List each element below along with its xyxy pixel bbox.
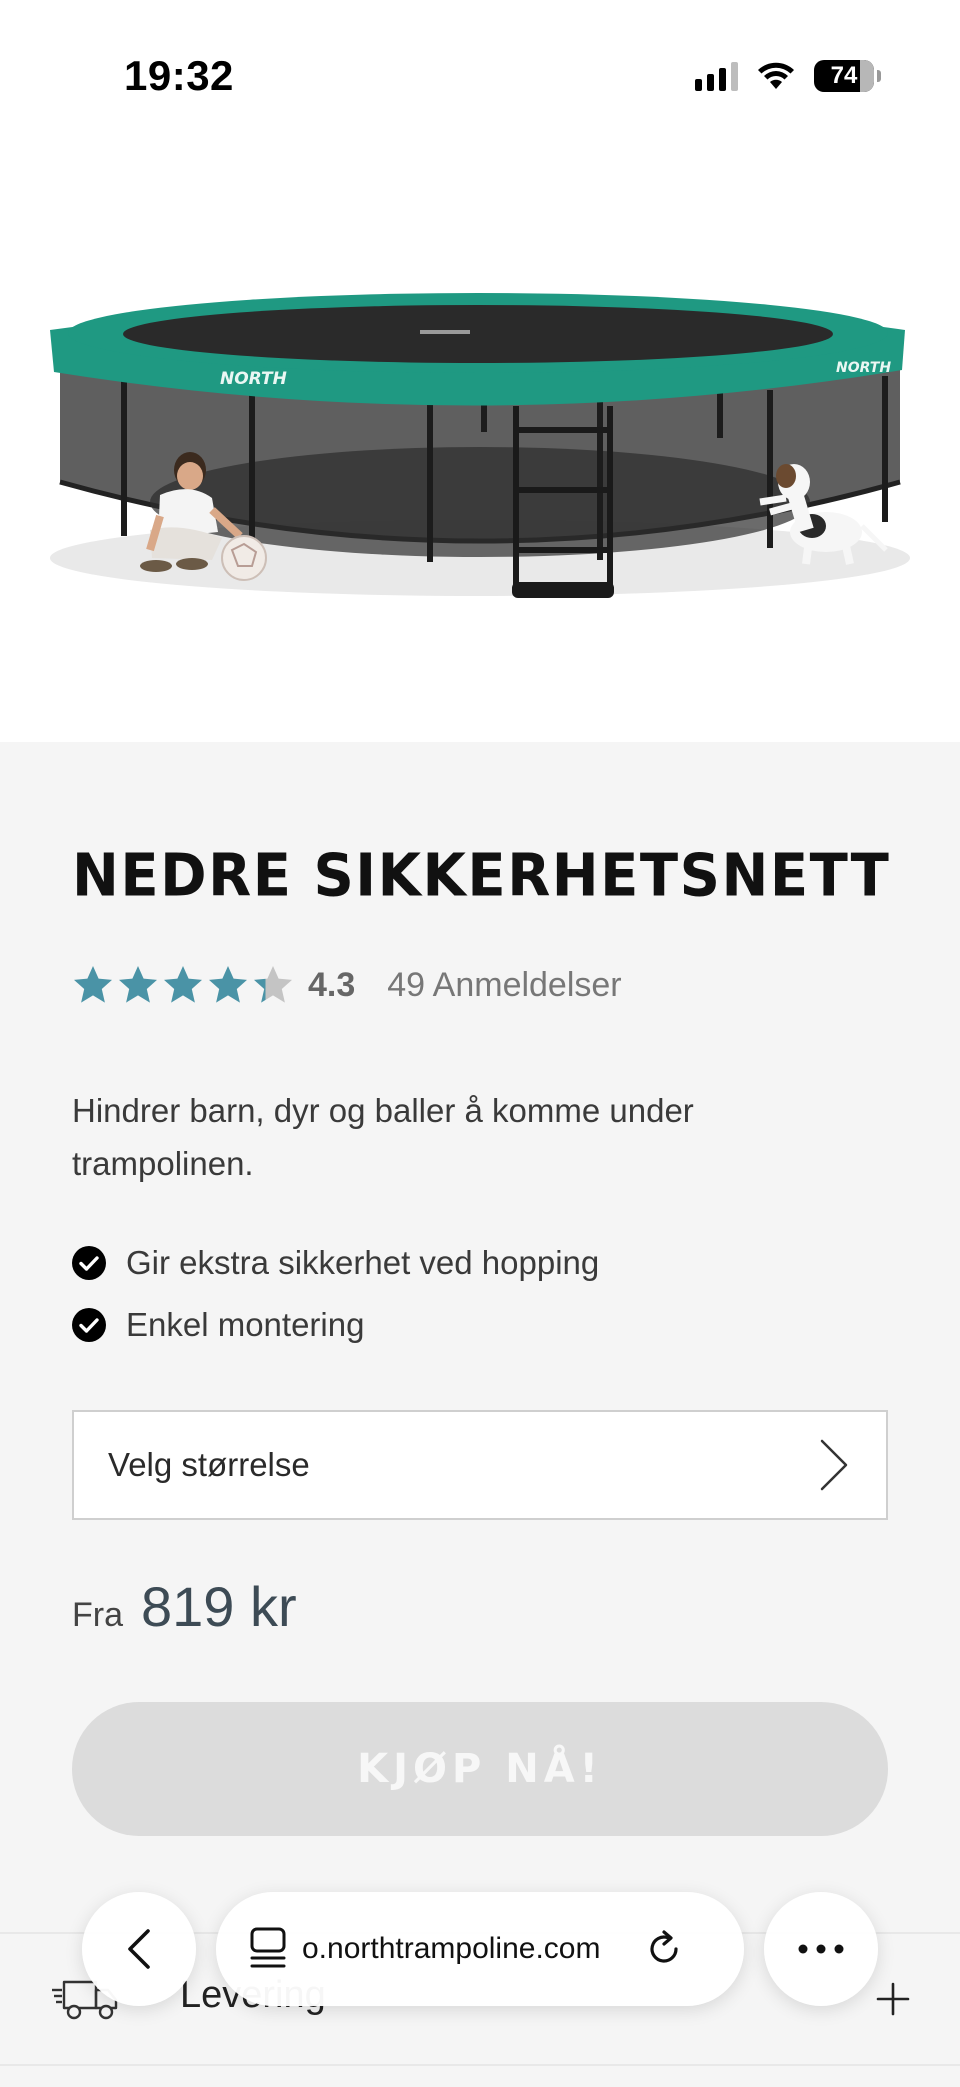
star-icon bbox=[119, 966, 157, 1003]
address-bar[interactable]: o.northtrampoline.com bbox=[216, 1892, 744, 2006]
buy-now-button[interactable]: KJØP NÅ! bbox=[72, 1702, 888, 1836]
review-count-link[interactable]: 49 Anmeldelser bbox=[387, 966, 621, 1005]
rating-stars bbox=[72, 964, 294, 1006]
brand-logo-front: NORTH bbox=[220, 369, 287, 389]
status-icons: 74 bbox=[695, 58, 881, 94]
star-icon bbox=[209, 966, 247, 1003]
product-info-panel: NEDRE SIKKERHETSNETT 4.3 49 Anmeldelser … bbox=[0, 742, 960, 2087]
chevron-right-icon bbox=[820, 1439, 848, 1491]
trampoline-illustration: NORTH NORTH bbox=[50, 293, 910, 598]
status-time: 19:32 bbox=[124, 52, 234, 99]
check-icon bbox=[72, 1246, 106, 1280]
browser-toolbar: o.northtrampoline.com bbox=[0, 1890, 960, 2010]
url-text[interactable]: o.northtrampoline.com bbox=[302, 1932, 622, 1966]
feature-item: Enkel montering bbox=[72, 1294, 599, 1356]
reload-icon[interactable] bbox=[644, 1929, 684, 1969]
back-button[interactable] bbox=[82, 1892, 196, 2006]
feature-list: Gir ekstra sikkerhet ved hopping Enkel m… bbox=[72, 1232, 599, 1356]
rating-value: 4.3 bbox=[308, 965, 356, 1004]
brand-logo-side: NORTH bbox=[836, 360, 891, 376]
star-icon bbox=[164, 966, 202, 1003]
rating-row[interactable]: 4.3 49 Anmeldelser bbox=[72, 960, 622, 1010]
product-image: NORTH NORTH bbox=[0, 150, 960, 742]
size-selector[interactable]: Velg størrelse bbox=[72, 1410, 888, 1520]
back-icon bbox=[128, 1929, 150, 1969]
feature-item: Gir ekstra sikkerhet ved hopping bbox=[72, 1232, 599, 1294]
star-icon bbox=[254, 966, 292, 1003]
size-selector-label: Velg størrelse bbox=[108, 1446, 310, 1483]
tabs-icon[interactable] bbox=[248, 1926, 288, 1972]
more-button[interactable] bbox=[764, 1892, 878, 2006]
battery-icon: 74 bbox=[814, 60, 881, 92]
price-prefix: Fra bbox=[72, 1596, 123, 1634]
battery-level: 74 bbox=[830, 62, 858, 89]
star-icon bbox=[74, 966, 112, 1003]
signal-icon bbox=[695, 61, 738, 91]
check-icon bbox=[72, 1308, 106, 1342]
status-bar: 19:32 74 bbox=[0, 0, 960, 150]
feature-text: Enkel montering bbox=[126, 1306, 365, 1343]
wifi-icon bbox=[758, 62, 794, 89]
divider bbox=[0, 2064, 960, 2066]
product-title: NEDRE SIKKERHETSNETT bbox=[72, 842, 891, 911]
more-icon bbox=[798, 1944, 844, 1954]
price-value: 819 kr bbox=[141, 1575, 297, 1638]
price-row: Fra 819 kr bbox=[72, 1574, 297, 1639]
feature-text: Gir ekstra sikkerhet ved hopping bbox=[126, 1244, 600, 1281]
product-description: Hindrer barn, dyr og baller å komme unde… bbox=[72, 1092, 694, 1182]
